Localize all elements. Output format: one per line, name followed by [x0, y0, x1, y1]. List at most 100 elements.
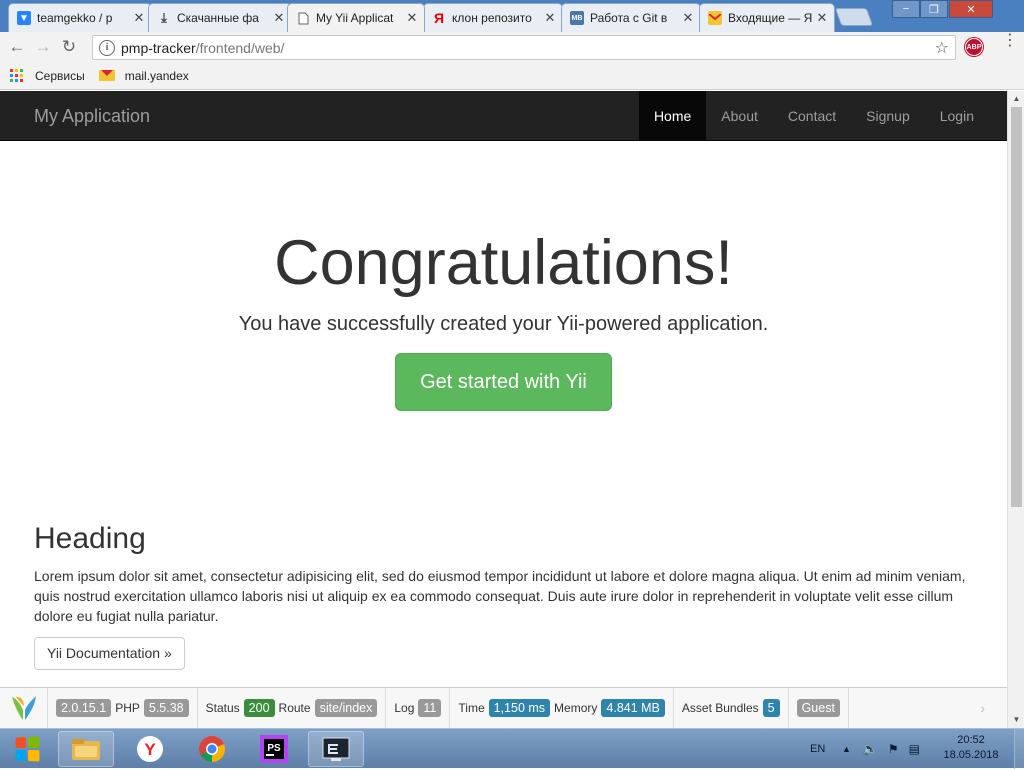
- yii-version-label: 2.0.15.1: [56, 699, 112, 717]
- start-button[interactable]: [2, 730, 52, 768]
- back-icon[interactable]: ←: [4, 34, 30, 60]
- close-tab-icon[interactable]: ✕: [544, 10, 556, 26]
- nav-contact[interactable]: Contact: [773, 91, 851, 141]
- bookmark-star-icon[interactable]: ☆: [935, 38, 949, 58]
- time-badge: 1,150 ms: [488, 699, 551, 717]
- mail-icon: [98, 70, 115, 81]
- browser-tab-title: Скачанные фа: [177, 11, 259, 25]
- svg-text:PS: PS: [267, 743, 281, 754]
- yii-logo-icon[interactable]: [0, 688, 48, 728]
- close-window-icon[interactable]: ✕: [949, 0, 993, 18]
- get-started-button[interactable]: Get started with Yii: [395, 353, 612, 411]
- nav-signup[interactable]: Signup: [851, 91, 925, 141]
- browser-tab[interactable]: ⤓ Скачанные фа ✕: [148, 3, 292, 32]
- debug-config-panel[interactable]: 2.0.15.1 PHP 5.5.38: [48, 688, 198, 728]
- close-tab-icon[interactable]: ✕: [133, 10, 145, 26]
- url-path: /frontend/web/: [195, 39, 285, 56]
- taskbar-clock[interactable]: 20:52 18.05.2018: [940, 733, 1002, 763]
- debug-profiling-panel[interactable]: Time 1,150 ms Memory 4.841 MB: [450, 688, 674, 728]
- asset-bundles-text: Asset Bundles: [681, 701, 759, 715]
- mb-icon: MB: [570, 11, 584, 25]
- nav-about[interactable]: About: [706, 91, 773, 141]
- memory-text: Memory: [554, 701, 598, 715]
- browser-tab[interactable]: Входящие — Я ✕: [699, 3, 835, 32]
- apps-icon: [10, 69, 23, 82]
- php-label: PHP: [115, 701, 140, 715]
- browser-tabstrip: ▼ teamgekko / p ✕ ⤓ Скачанные фа ✕ My Yi…: [0, 0, 1024, 32]
- chrome-icon[interactable]: [184, 731, 240, 767]
- browser-tab[interactable]: MB Работа с Git в ✕: [561, 3, 701, 32]
- debug-toggle-icon[interactable]: ›: [980, 700, 985, 716]
- forward-icon[interactable]: →: [30, 34, 56, 60]
- app-navbar: My Application Home About Contact Signup…: [0, 91, 1007, 141]
- browser-tab-title: My Yii Applicat: [316, 11, 394, 25]
- content-section: Heading Lorem ipsum dolor sit amet, cons…: [34, 521, 974, 670]
- browser-tab-title: клон репозито: [452, 11, 532, 25]
- time-text: Time: [458, 701, 485, 715]
- volume-icon[interactable]: 🔈: [863, 742, 878, 756]
- info-icon[interactable]: i: [99, 39, 115, 56]
- mail-icon: [708, 11, 722, 25]
- file-explorer-icon[interactable]: [58, 731, 114, 767]
- maximize-icon[interactable]: ❐: [920, 0, 948, 18]
- bookmark-services[interactable]: Сервисы: [10, 69, 85, 83]
- yandex-browser-icon[interactable]: Y: [122, 731, 178, 767]
- windows-logo-icon: [15, 736, 40, 762]
- reload-icon[interactable]: ↻: [56, 34, 82, 60]
- tray-icons: ▲ 🔈 ⚑ ▤: [842, 729, 920, 769]
- yii-documentation-button[interactable]: Yii Documentation »: [34, 637, 185, 670]
- minimize-icon[interactable]: −: [892, 0, 920, 18]
- terminal-icon[interactable]: [308, 731, 364, 767]
- close-tab-icon[interactable]: ✕: [682, 10, 694, 26]
- close-tab-icon[interactable]: ✕: [273, 10, 285, 26]
- page-scrollbar[interactable]: ▲ ▼: [1007, 91, 1024, 728]
- status-text: Status: [205, 701, 240, 715]
- asset-bundles-badge: 5: [762, 699, 780, 717]
- php-version-label: 5.5.38: [143, 699, 189, 717]
- bookmark-label: Сервисы: [35, 68, 85, 83]
- section-body: Lorem ipsum dolor sit amet, consectetur …: [34, 568, 966, 624]
- language-indicator[interactable]: EN: [810, 729, 825, 769]
- close-tab-icon[interactable]: ✕: [406, 10, 418, 26]
- yii-debug-toolbar: 2.0.15.1 PHP 5.5.38 Status 200 Route sit…: [0, 687, 1007, 728]
- scroll-up-icon[interactable]: ▲: [1008, 91, 1024, 107]
- scroll-down-icon[interactable]: ▼: [1008, 712, 1024, 728]
- debug-assets-panel[interactable]: Asset Bundles 5: [674, 688, 789, 728]
- debug-request-panel[interactable]: Status 200 Route site/index: [198, 688, 387, 728]
- browser-tab-title: teamgekko / p: [37, 11, 113, 25]
- browser-toolbar: ← → ↻ i pmp-tracker/frontend/web/ ☆: [0, 32, 1024, 62]
- browser-tab-active[interactable]: My Yii Applicat ✕: [287, 3, 425, 32]
- app-nav-items: Home About Contact Signup Login: [638, 91, 1007, 141]
- status-badge: 200: [243, 699, 275, 717]
- language-label: EN: [810, 743, 826, 755]
- route-text: Route: [278, 701, 311, 715]
- adblock-label: ABP: [966, 43, 982, 51]
- new-tab-button[interactable]: [834, 8, 874, 26]
- svg-text:Y: Y: [144, 740, 156, 759]
- show-desktop-button[interactable]: [1014, 729, 1024, 769]
- jumbotron-title: Congratulations!: [274, 228, 733, 298]
- nav-login[interactable]: Login: [925, 91, 1007, 141]
- address-bar[interactable]: i pmp-tracker/frontend/web/ ☆: [92, 35, 956, 60]
- phpstorm-icon[interactable]: PS: [246, 731, 302, 767]
- network-icon[interactable]: ▤: [909, 742, 920, 756]
- debug-user-panel[interactable]: Guest: [789, 688, 849, 728]
- bookmark-mail-yandex[interactable]: mail.yandex: [98, 68, 189, 83]
- app-brand[interactable]: My Application: [34, 106, 150, 127]
- download-icon: ⤓: [161, 10, 167, 25]
- section-heading: Heading: [34, 522, 146, 555]
- close-tab-icon[interactable]: ✕: [816, 10, 828, 26]
- action-center-icon[interactable]: ⚑: [888, 742, 899, 756]
- browser-tab[interactable]: Я клон репозито ✕: [423, 3, 563, 32]
- bookmark-label: mail.yandex: [124, 68, 189, 83]
- debug-log-panel[interactable]: Log 11: [386, 688, 451, 728]
- memory-badge: 4.841 MB: [601, 699, 665, 717]
- page-icon: [296, 11, 310, 25]
- browser-tab[interactable]: ▼ teamgekko / p ✕: [8, 3, 152, 32]
- show-hidden-icons-icon[interactable]: ▲: [842, 744, 851, 754]
- adblock-icon[interactable]: ABP: [965, 38, 983, 56]
- nav-home[interactable]: Home: [638, 91, 707, 141]
- browser-menu-icon[interactable]: ⋮: [1002, 33, 1018, 49]
- scrollbar-thumb[interactable]: [1011, 107, 1022, 507]
- clock-date: 18.05.2018: [943, 749, 999, 761]
